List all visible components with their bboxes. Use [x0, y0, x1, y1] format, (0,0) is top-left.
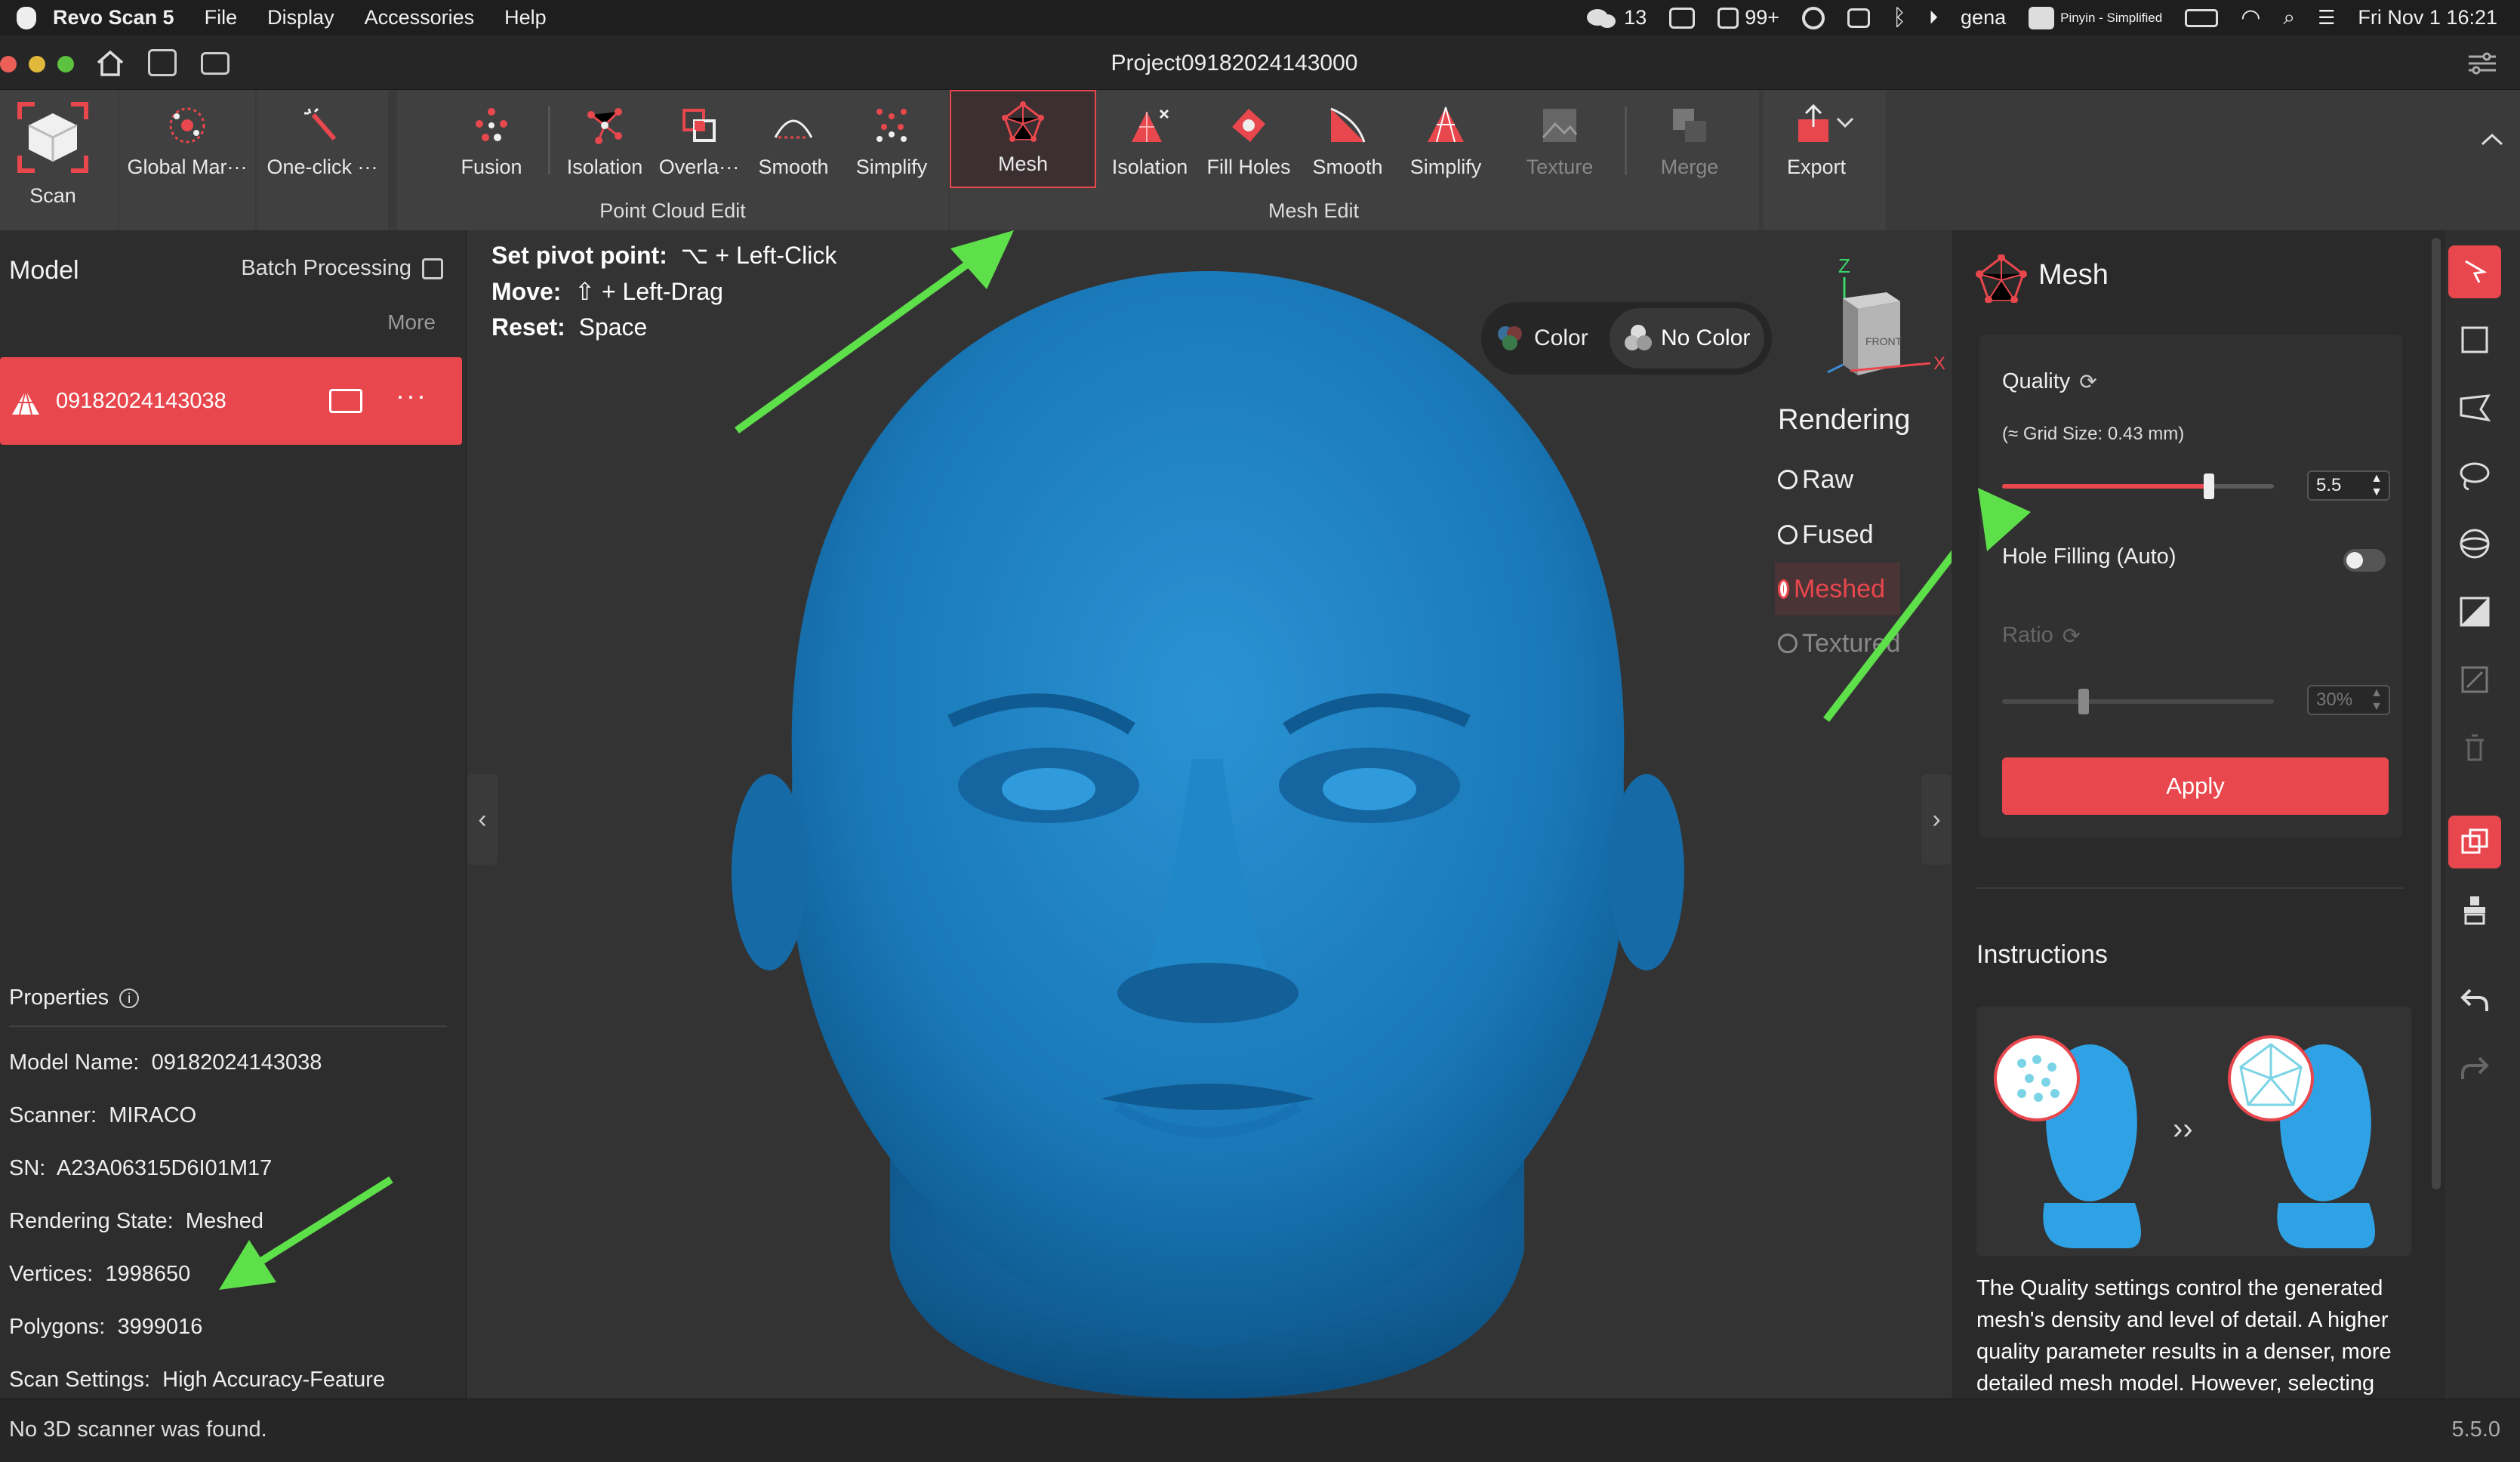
app-window: Revo Scan 5 File Display Accessories Hel… — [0, 0, 2520, 1462]
status-message: No 3D scanner was found. — [9, 1417, 267, 1442]
annotation-arrow-properties — [219, 488, 2031, 1290]
version-label: 5.5.0 — [2451, 1417, 2501, 1442]
status-bar: No 3D scanner was found. 5.5.0 — [0, 1399, 2520, 1462]
